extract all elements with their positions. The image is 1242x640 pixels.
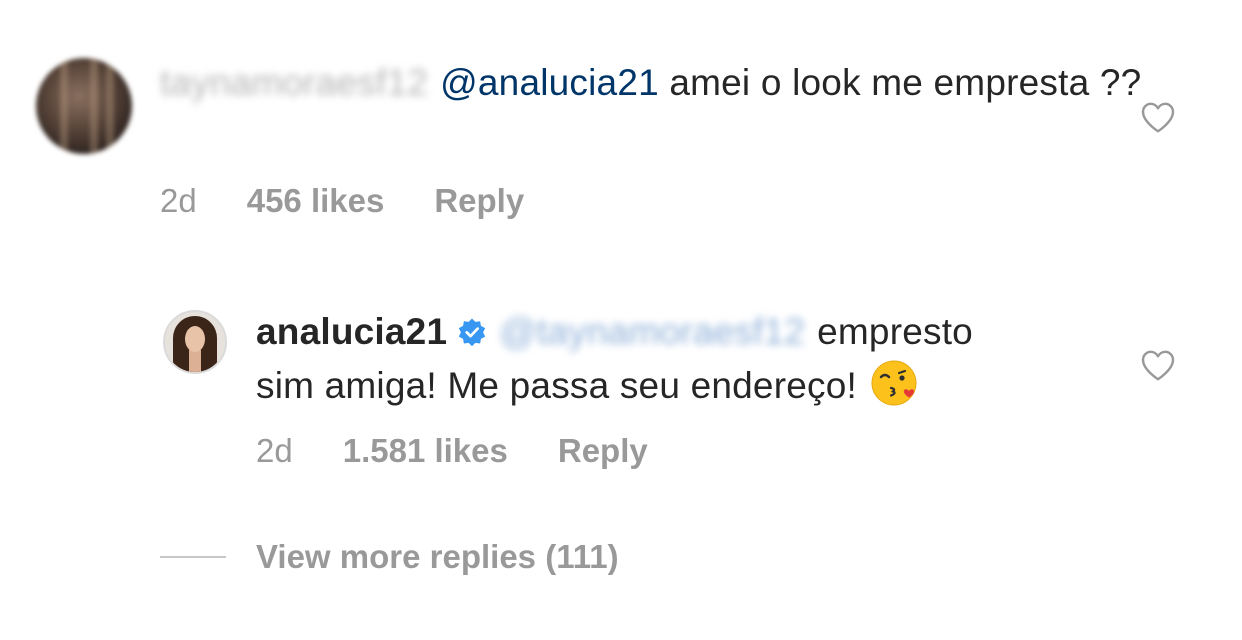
comment-time: 2d [256, 432, 293, 469]
heart-icon[interactable] [1140, 100, 1176, 134]
comment-text-line2: sim amiga! Me passa seu endereço! [256, 365, 857, 406]
reply-body: analucia21 @taynamoraesf12 empresto sim a… [256, 306, 1136, 412]
divider-line [160, 556, 226, 558]
likes-count[interactable]: 1.581 likes [343, 432, 508, 470]
kissing-face-emoji-icon [871, 360, 917, 406]
heart-icon[interactable] [1140, 348, 1176, 382]
reply-meta: 2d 1.581 likes Reply [256, 432, 648, 470]
reply-button[interactable]: Reply [558, 432, 648, 470]
mention-link[interactable]: @analucia21 [440, 62, 659, 103]
view-more-replies-label: View more replies (111) [256, 538, 619, 575]
comment-body: taynamoraesf12 @analucia21 amei o look me… [160, 57, 1160, 109]
verified-badge-icon [459, 318, 486, 347]
avatar[interactable] [163, 310, 227, 374]
view-more-replies-button[interactable]: View more replies (111) [160, 538, 619, 576]
comment-text-line1: empresto [817, 311, 973, 352]
comment-time: 2d [160, 182, 197, 219]
comment-text: amei o look me empresta ?? [669, 62, 1142, 103]
comment-meta: 2d 456 likes Reply [160, 182, 524, 220]
likes-count[interactable]: 456 likes [247, 182, 385, 220]
avatar[interactable] [36, 58, 132, 154]
mention-link[interactable]: @taynamoraesf12 [499, 306, 805, 358]
comment-username[interactable]: analucia21 [256, 311, 447, 352]
comment-username[interactable]: taynamoraesf12 [160, 57, 428, 109]
reply-button[interactable]: Reply [434, 182, 524, 220]
